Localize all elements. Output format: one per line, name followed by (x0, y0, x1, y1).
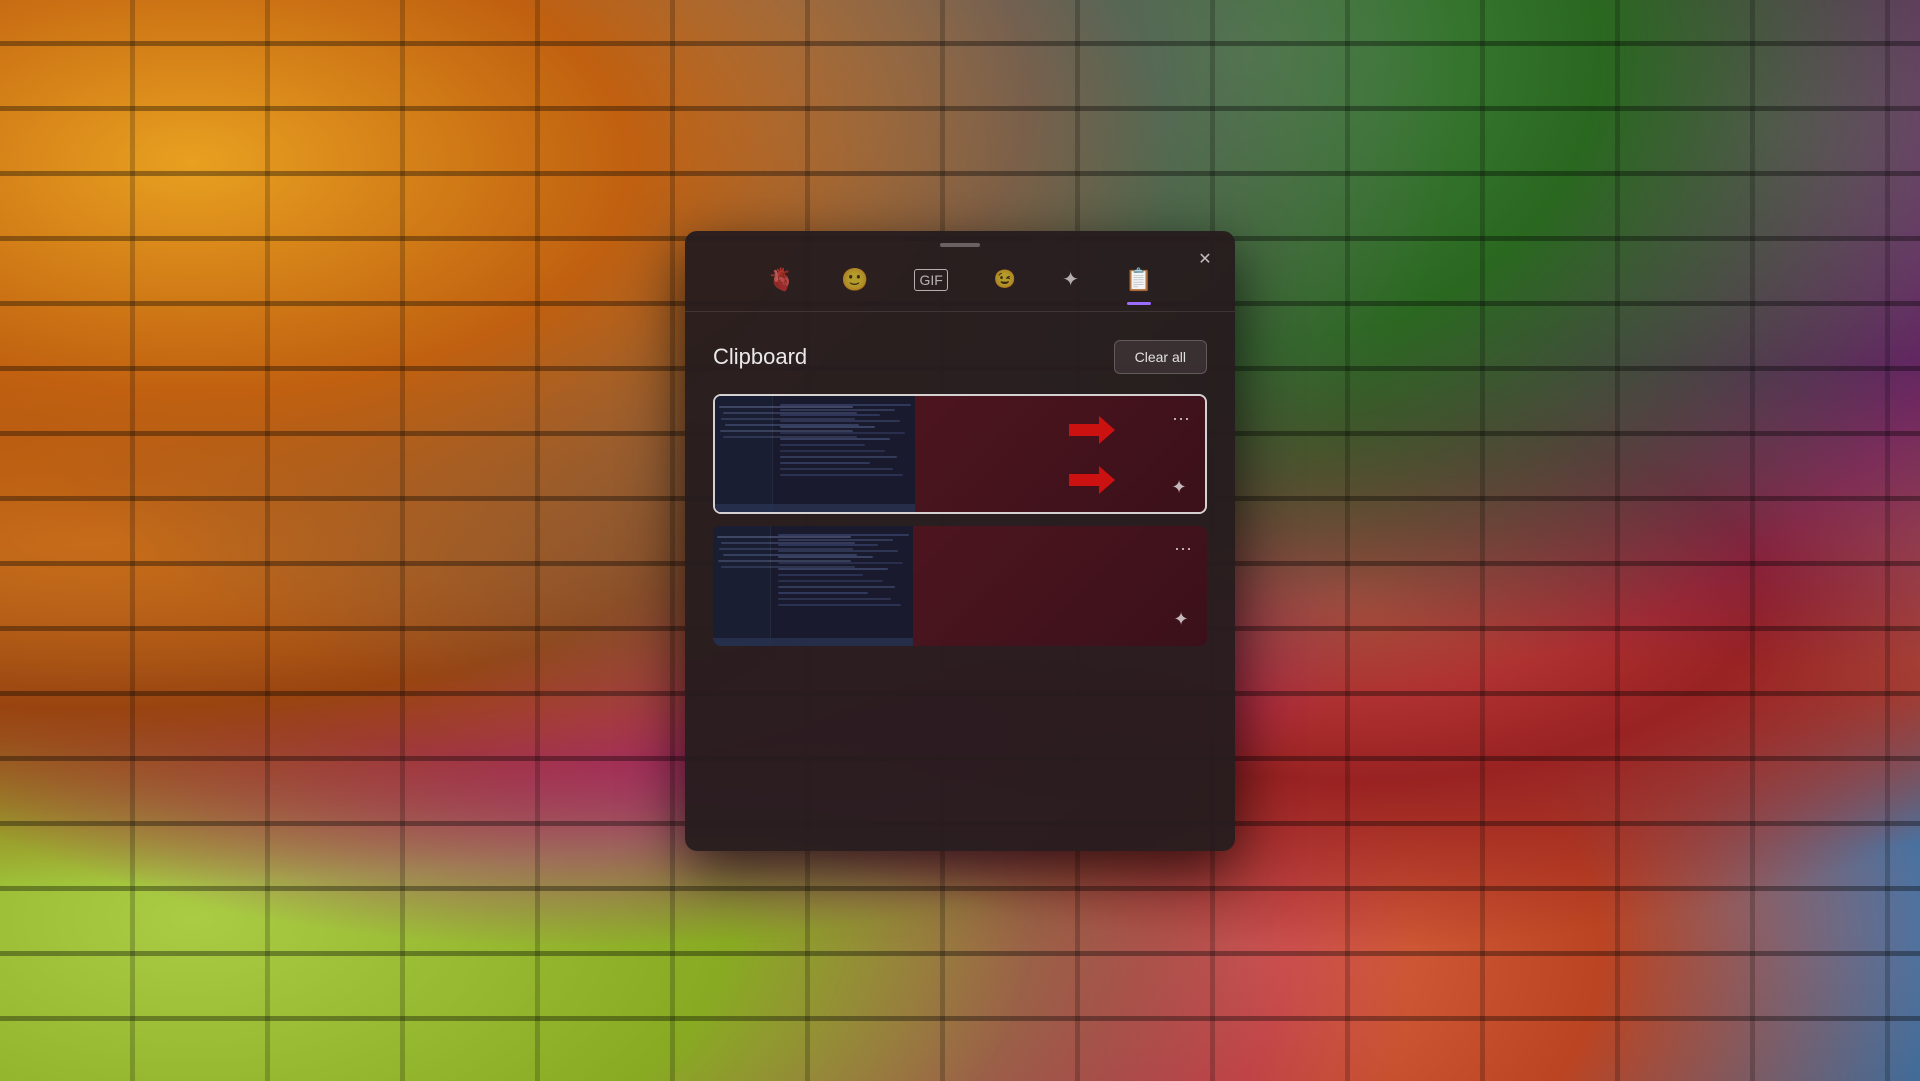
item-1-pin-button[interactable]: ✦ (1165, 474, 1193, 502)
clear-all-button[interactable]: Clear all (1114, 340, 1207, 374)
tab-bar: 🫀 🙂 GIF 😉 ✦ 📋 (685, 253, 1235, 303)
tab-special-chars[interactable]: ✦ (1054, 261, 1087, 298)
item-1-thumbnail (715, 396, 915, 512)
tab-divider (685, 311, 1235, 312)
kaomoji2-icon: 😉 (994, 269, 1016, 290)
tab-kaomoji2[interactable]: 😉 (986, 263, 1024, 296)
tab-kaomoji[interactable]: 🫀 (760, 261, 803, 299)
item-1-arrow-top (1069, 416, 1115, 444)
arrow-top-icon (1069, 416, 1115, 444)
item-1-content: ⋯ ✦ (915, 396, 1205, 512)
clipboard-panel: ✕ 🫀 🙂 GIF 😉 ✦ 📋 Clipboard Clear all (685, 231, 1235, 851)
item-2-thumbnail (713, 526, 913, 646)
item-1-thumb-ui (715, 396, 915, 512)
clipboard-header: Clipboard Clear all (713, 340, 1207, 374)
emoji-icon: 🙂 (841, 267, 868, 293)
close-button[interactable]: ✕ (1189, 243, 1221, 275)
item-2-thumb-ui (713, 526, 913, 646)
kaomoji-icon: 🫀 (768, 267, 795, 293)
tab-gif[interactable]: GIF (906, 263, 955, 297)
clipboard-title: Clipboard (713, 344, 807, 370)
drag-handle[interactable] (685, 231, 1235, 253)
item-1-more-button[interactable]: ⋯ (1167, 406, 1195, 434)
tab-emoji[interactable]: 🙂 (833, 261, 876, 299)
item-1-arrow-bottom (1069, 466, 1115, 494)
tab-clipboard[interactable]: 📋 (1117, 261, 1160, 299)
tab-active-indicator (1127, 302, 1151, 305)
clipboard-item-2[interactable]: ⋯ ✦ (713, 526, 1207, 646)
gif-icon: GIF (914, 269, 947, 291)
item-2-pin-button[interactable]: ✦ (1167, 606, 1195, 634)
clipboard-icon: 📋 (1125, 267, 1152, 293)
drag-bar (940, 243, 980, 247)
panel-content: Clipboard Clear all (685, 320, 1235, 851)
arrow-bottom-icon (1069, 466, 1115, 494)
special-chars-icon: ✦ (1062, 267, 1079, 292)
clipboard-item-1[interactable]: ⋯ ✦ (713, 394, 1207, 514)
item-2-content: ⋯ ✦ (913, 526, 1207, 646)
item-2-more-button[interactable]: ⋯ (1169, 536, 1197, 564)
